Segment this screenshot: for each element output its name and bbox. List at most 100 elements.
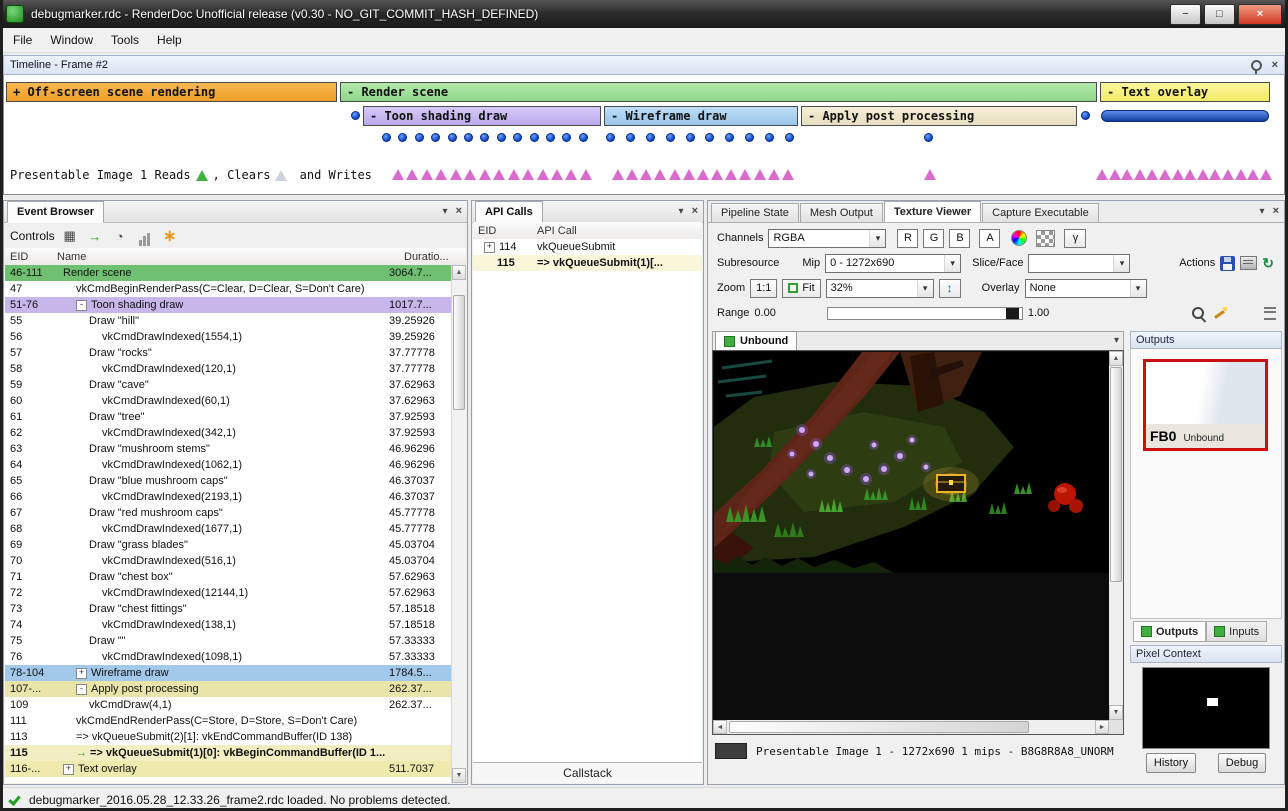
timeline-bar-text-overlay[interactable]: - Text overlay: [1100, 82, 1270, 102]
menu-help[interactable]: Help: [148, 30, 191, 50]
scroll-left-icon[interactable]: ◄: [713, 720, 727, 734]
debug-button[interactable]: Debug: [1218, 753, 1266, 773]
find-event-icon[interactable]: ▦: [60, 226, 80, 246]
event-row[interactable]: 113=> vkQueueSubmit(2)[1]: vkEndCommandB…: [5, 729, 451, 745]
column-eid[interactable]: EID: [473, 225, 537, 237]
outputs-list[interactable]: FB0 Unbound: [1130, 349, 1282, 619]
channel-r-button[interactable]: R: [897, 229, 918, 248]
chevron-down-icon[interactable]: ▾: [1114, 335, 1119, 346]
flip-y-button[interactable]: ↕: [939, 279, 961, 298]
scrollbar-thumb[interactable]: [1110, 367, 1122, 582]
timeline-bar-toon[interactable]: - Toon shading draw: [363, 106, 601, 126]
event-row[interactable]: 56vkCmdDrawIndexed(1554,1)39.25926: [5, 329, 451, 345]
bookmark-icon[interactable]: ∗: [160, 226, 180, 246]
scroll-down-icon[interactable]: ▼: [1109, 705, 1123, 720]
texture-display[interactable]: ▲ ▼ ◄ ►: [712, 350, 1124, 735]
event-row[interactable]: 51-76-Toon shading draw1017.7...: [5, 297, 451, 313]
scroll-down-icon[interactable]: ▼: [452, 768, 466, 783]
event-row[interactable]: 57Draw "rocks"37.77778: [5, 345, 451, 361]
column-eid[interactable]: EID: [5, 251, 57, 263]
close-icon[interactable]: ×: [692, 205, 698, 217]
event-row[interactable]: 116-...+Text overlay511.7037: [5, 761, 451, 777]
close-icon[interactable]: ×: [456, 205, 462, 217]
tab-outputs[interactable]: Outputs: [1133, 621, 1206, 642]
event-row[interactable]: 62vkCmdDrawIndexed(342,1)37.92593: [5, 425, 451, 441]
tab-pipeline-state[interactable]: Pipeline State: [711, 203, 799, 222]
close-button[interactable]: ×: [1238, 4, 1282, 25]
chevron-down-icon[interactable]: ▾: [679, 206, 684, 217]
export-texture-icon[interactable]: [1240, 256, 1257, 270]
column-api-call[interactable]: API Call: [537, 225, 702, 237]
event-row[interactable]: 72vkCmdDrawIndexed(12144,1)57.62963: [5, 585, 451, 601]
event-row[interactable]: 71Draw "chest box"57.62963: [5, 569, 451, 585]
output-fb0-thumbnail[interactable]: FB0 Unbound: [1143, 359, 1268, 451]
texture-horizontal-scrollbar[interactable]: ◄ ►: [713, 720, 1109, 734]
checkerboard-background-icon[interactable]: [1036, 230, 1055, 247]
range-slider-handle[interactable]: [1006, 308, 1019, 319]
expand-icon[interactable]: +: [484, 242, 495, 253]
tab-inputs[interactable]: Inputs: [1206, 621, 1267, 642]
collapse-icon[interactable]: -: [76, 300, 87, 311]
menu-tools[interactable]: Tools: [102, 30, 148, 50]
event-row[interactable]: 109vkCmdDraw(4,1)262.37...: [5, 697, 451, 713]
event-row[interactable]: 74vkCmdDrawIndexed(138,1)57.18518: [5, 617, 451, 633]
range-options-icon[interactable]: [1264, 307, 1276, 320]
refresh-icon[interactable]: ↻: [1262, 255, 1274, 272]
event-row[interactable]: 67Draw "red mushroom caps"45.77778: [5, 505, 451, 521]
color-wheel-icon[interactable]: [1011, 230, 1027, 246]
event-row[interactable]: 78-104+Wireframe draw1784.5...: [5, 665, 451, 681]
api-table-body[interactable]: +114vkQueueSubmit115=> vkQueueSubmit(1)[…: [473, 239, 702, 762]
event-row[interactable]: 73Draw "chest fittings"57.18518: [5, 601, 451, 617]
event-row[interactable]: 66vkCmdDrawIndexed(2193,1)46.37037: [5, 489, 451, 505]
event-row[interactable]: 76vkCmdDrawIndexed(1098,1)57.33333: [5, 649, 451, 665]
event-row[interactable]: 60vkCmdDrawIndexed(60,1)37.62963: [5, 393, 451, 409]
pin-icon[interactable]: [1251, 60, 1262, 71]
tab-mesh-output[interactable]: Mesh Output: [800, 203, 883, 222]
range-slider[interactable]: [827, 307, 1023, 320]
maximize-button[interactable]: □: [1204, 4, 1235, 25]
callstack-section[interactable]: Callstack: [473, 762, 702, 783]
event-row[interactable]: 70vkCmdDrawIndexed(516,1)45.03704: [5, 553, 451, 569]
event-row[interactable]: 107-...-Apply post processing262.37...: [5, 681, 451, 697]
save-texture-icon[interactable]: [1220, 256, 1235, 271]
event-row[interactable]: 61Draw "tree"37.92593: [5, 409, 451, 425]
menu-window[interactable]: Window: [41, 30, 102, 50]
expand-icon[interactable]: +: [63, 764, 74, 775]
chevron-down-icon[interactable]: ▾: [443, 206, 448, 217]
api-call-row[interactable]: +114vkQueueSubmit: [473, 239, 702, 255]
scroll-right-icon[interactable]: ►: [1095, 720, 1109, 734]
statistics-icon[interactable]: [135, 226, 155, 246]
event-row[interactable]: 111vkCmdEndRenderPass(C=Store, D=Store, …: [5, 713, 451, 729]
pixel-context-view[interactable]: [1142, 667, 1270, 749]
minimize-button[interactable]: −: [1170, 4, 1201, 25]
history-button[interactable]: History: [1146, 753, 1196, 773]
scroll-up-icon[interactable]: ▲: [452, 265, 466, 280]
event-row[interactable]: 63Draw "mushroom stems"46.96296: [5, 441, 451, 457]
timeline-bar-post[interactable]: - Apply post processing: [801, 106, 1077, 126]
event-browser-scrollbar[interactable]: ▲ ▼: [451, 265, 466, 783]
autofit-range-icon[interactable]: [1212, 305, 1228, 321]
texture-vertical-scrollbar[interactable]: ▲ ▼: [1109, 351, 1123, 720]
timeline-bar-wireframe[interactable]: - Wireframe draw: [604, 106, 798, 126]
event-table-body[interactable]: 46-111Render scene3064.7...47vkCmdBeginR…: [5, 265, 451, 783]
close-icon[interactable]: ×: [1273, 205, 1279, 217]
channel-g-button[interactable]: G: [923, 229, 944, 248]
tab-api-calls[interactable]: API Calls: [475, 201, 543, 223]
tab-event-browser[interactable]: Event Browser: [7, 201, 104, 223]
event-row[interactable]: 68vkCmdDrawIndexed(1677,1)45.77778: [5, 521, 451, 537]
texture-image[interactable]: [714, 352, 1111, 573]
menu-file[interactable]: File: [4, 30, 41, 50]
channels-select[interactable]: RGBA ▾: [768, 229, 886, 248]
time-draws-icon[interactable]: ◔: [110, 226, 130, 246]
event-row[interactable]: 69Draw "grass blades"45.03704: [5, 537, 451, 553]
timeline-bar-offscreen[interactable]: + Off-screen scene rendering: [6, 82, 337, 102]
api-call-row[interactable]: 115=> vkQueueSubmit(1)[...: [473, 255, 702, 271]
event-row[interactable]: 46-111Render scene3064.7...: [5, 265, 451, 281]
tab-capture-executable[interactable]: Capture Executable: [982, 203, 1099, 222]
scroll-up-icon[interactable]: ▲: [1109, 351, 1123, 366]
zoom-select[interactable]: 32% ▾: [826, 279, 934, 298]
event-row[interactable]: 47vkCmdBeginRenderPass(C=Clear, D=Clear,…: [5, 281, 451, 297]
event-row[interactable]: 115→=> vkQueueSubmit(1)[0]: vkBeginComma…: [5, 745, 451, 761]
timeline-bar-render-scene[interactable]: - Render scene: [340, 82, 1097, 102]
scrollbar-thumb[interactable]: [729, 721, 1029, 733]
